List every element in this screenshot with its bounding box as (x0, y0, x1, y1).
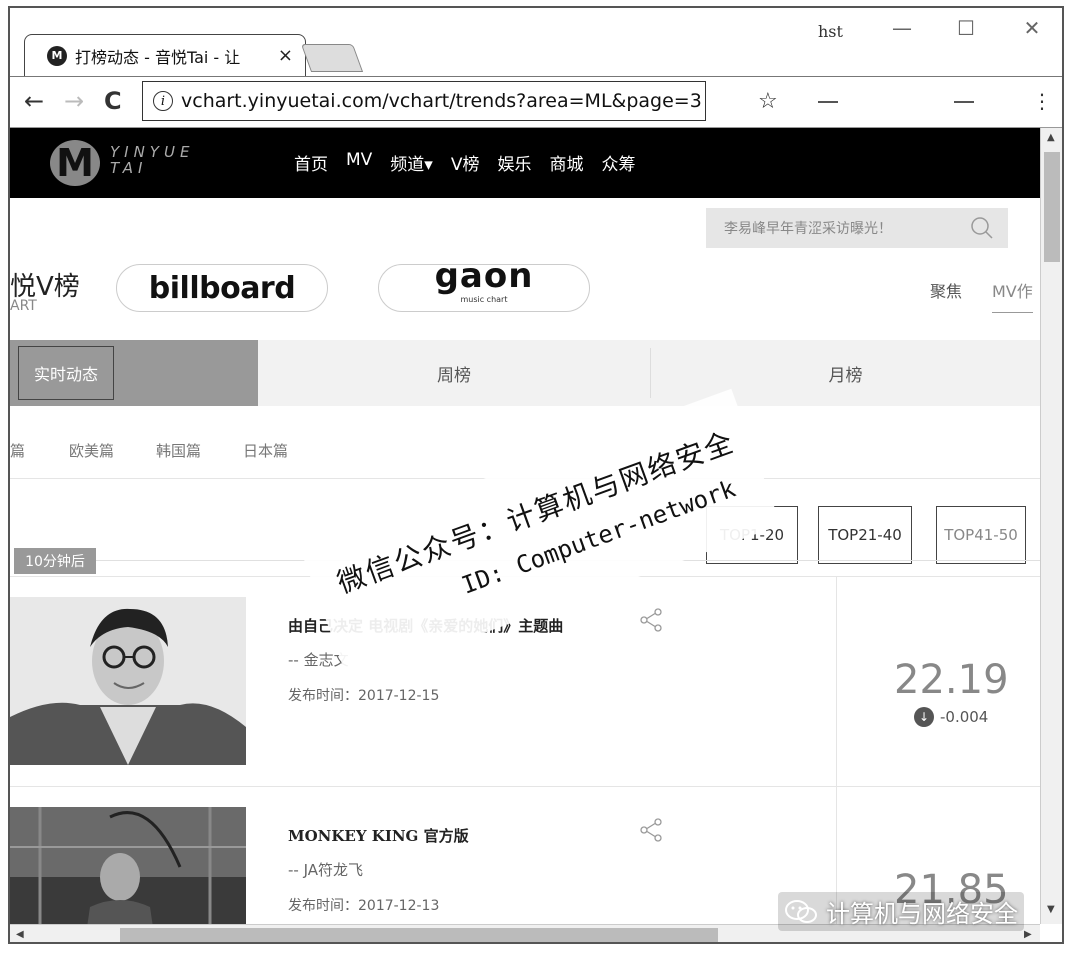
maximize-button[interactable]: ☐ (946, 16, 986, 40)
song-artist[interactable]: -- JA符龙飞 (288, 859, 363, 880)
tab-close-icon[interactable]: × (278, 45, 293, 66)
artist-photo (10, 597, 246, 765)
nav-item-entertainment[interactable]: 娱乐 (497, 150, 531, 175)
logo-line1: YINYUE (110, 143, 195, 161)
mv-works-link[interactable]: MV作 (992, 278, 1033, 313)
time-badge: 10分钟后 (14, 548, 96, 574)
browser-tab[interactable]: M 打榜动态 - 音悦Tai - 让 × (24, 34, 306, 76)
gaon-logo: gaon music chart (435, 259, 534, 315)
down-arrow-icon: ↓ (914, 707, 934, 727)
wechat-icon (785, 899, 817, 923)
minimize-button[interactable]: — (882, 16, 922, 40)
focus-link[interactable]: 聚焦 (930, 278, 962, 302)
delta-value: -0.004 (940, 708, 989, 726)
profile-badge[interactable]: hst (818, 22, 843, 41)
page-viewport: M YINYUE TAI 首页 MV 频道▾ V榜 娱乐 商城 众筹 李易峰早年… (10, 128, 1040, 924)
scroll-left-icon[interactable]: ◀ (16, 929, 24, 940)
forward-button[interactable]: → (64, 87, 84, 115)
browser-toolbar: ← → C i vchart.yinyuetai.com/vchart/tren… (10, 76, 1062, 128)
scroll-down-icon[interactable]: ▼ (1047, 904, 1055, 915)
release-date: 发布时间：2017-12-15 (288, 688, 440, 704)
title-bar: M 打榜动态 - 音悦Tai - 让 × hst — ☐ ✕ (10, 8, 1062, 76)
logo-line2: TAI (110, 159, 148, 177)
billboard-logo: billboard (148, 270, 296, 306)
share-icon[interactable] (638, 817, 664, 843)
browser-window: M 打榜动态 - 音悦Tai - 让 × hst — ☐ ✕ ← → C i v… (8, 6, 1064, 944)
top41-50-button[interactable]: TOP41-50 (936, 506, 1026, 564)
gaon-chart-link[interactable]: gaon music chart (378, 259, 590, 315)
site-header: M YINYUE TAI 首页 MV 频道▾ V榜 娱乐 商城 众筹 (10, 128, 1040, 198)
scroll-up-icon[interactable]: ▲ (1047, 132, 1055, 143)
reload-button[interactable]: C (104, 87, 122, 115)
chart-period-tabs: 实时动态 周榜 月榜 (10, 340, 1040, 406)
nav-item-crowdfunding[interactable]: 众筹 (601, 150, 635, 175)
scroll-right-icon[interactable]: ▶ (1024, 929, 1032, 940)
wechat-label: 计算机与网络安全 (826, 900, 1018, 928)
region-japan[interactable]: 日本篇 (243, 440, 288, 461)
song-title[interactable]: MONKEY KING 官方版 (288, 825, 469, 846)
main-nav: 首页 MV 频道▾ V榜 娱乐 商城 众筹 (294, 150, 653, 175)
nav-item-mv[interactable]: MV (346, 150, 372, 175)
browser-menu-icon[interactable]: ⋮ (1032, 89, 1052, 113)
nav-item-shop[interactable]: 商城 (549, 150, 583, 175)
new-tab-button[interactable] (300, 44, 364, 72)
mv-thumbnail[interactable] (10, 597, 246, 765)
extension-icon[interactable] (954, 101, 974, 103)
region-western[interactable]: 欧美篇 (69, 440, 114, 461)
site-logo-text[interactable]: YINYUE TAI (110, 144, 194, 176)
search-icon[interactable] (970, 216, 994, 240)
nav-item-home[interactable]: 首页 (294, 150, 328, 175)
close-window-button[interactable]: ✕ (1012, 16, 1052, 40)
score-value: 22.19 (894, 657, 1009, 703)
score-divider (836, 577, 837, 787)
address-bar[interactable]: i vchart.yinyuetai.com/vchart/trends?are… (142, 81, 706, 121)
site-logo-icon[interactable]: M (50, 140, 100, 186)
horizontal-scroll-thumb[interactable] (120, 928, 718, 942)
nav-item-vchart[interactable]: V榜 (451, 150, 480, 175)
wechat-watermark: 计算机与网络安全 (778, 892, 1024, 931)
search-input[interactable]: 李易峰早年青涩采访曝光！ (706, 208, 1008, 248)
url-text: vchart.yinyuetai.com/vchart/trends?area=… (181, 90, 702, 112)
score-delta: ↓ -0.004 (914, 707, 988, 727)
release-date: 发布时间：2017-12-13 (288, 898, 440, 914)
extension-icon[interactable] (818, 101, 838, 103)
nav-item-channel[interactable]: 频道▾ (390, 150, 433, 175)
top21-40-button[interactable]: TOP21-40 (818, 506, 912, 564)
region-korea[interactable]: 韩国篇 (156, 440, 201, 461)
mv-thumbnail[interactable] (10, 807, 246, 924)
tab-realtime[interactable]: 实时动态 (18, 346, 114, 400)
share-icon[interactable] (638, 607, 664, 633)
vertical-scroll-thumb[interactable] (1044, 152, 1060, 262)
tab-weekly[interactable]: 周榜 (258, 340, 650, 406)
region-mainland[interactable]: 篇 (10, 440, 25, 461)
site-info-icon[interactable]: i (153, 91, 173, 111)
yinyuetai-favicon-icon: M (47, 45, 67, 66)
vertical-scrollbar[interactable]: ▲ ▼ (1040, 128, 1062, 924)
bookmark-star-icon[interactable]: ☆ (758, 89, 778, 114)
vchart-subtitle: ART (10, 298, 37, 314)
back-button[interactable]: ← (24, 87, 44, 115)
mv-still (10, 807, 246, 924)
search-placeholder: 李易峰早年青涩采访曝光！ (724, 221, 892, 237)
tab-title: 打榜动态 - 音悦Tai - 让 (75, 47, 241, 67)
billboard-chart-link[interactable]: billboard (116, 264, 328, 312)
region-filter: 篇 欧美篇 韩国篇 日本篇 (10, 440, 330, 461)
